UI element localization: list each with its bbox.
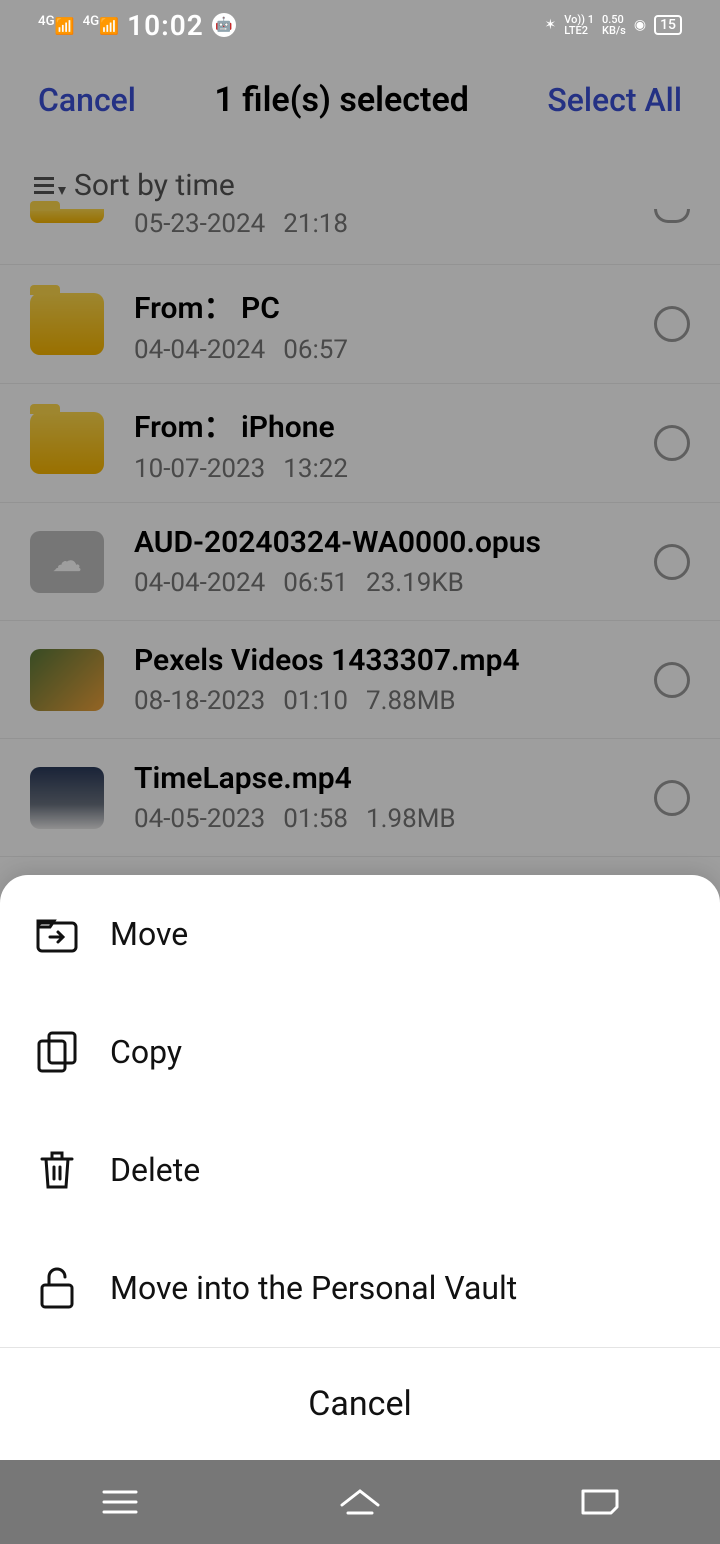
move-button[interactable]: Move <box>0 875 720 993</box>
status-right: ✶ Vo)) 1 LTE2 0.50 KB/s ◉ 15 <box>544 14 682 36</box>
copy-icon <box>36 1031 78 1073</box>
status-time: 10:02 <box>127 9 204 42</box>
action-sheet: Move Copy Delete Move into the Personal … <box>0 875 720 1460</box>
copy-button[interactable]: Copy <box>0 993 720 1111</box>
back-button[interactable] <box>570 1482 630 1522</box>
signal-1: 4G📶 <box>38 14 75 35</box>
recents-button[interactable] <box>90 1482 150 1522</box>
system-nav-bar <box>0 1460 720 1544</box>
speed-label: 0.50 KB/s <box>602 14 626 36</box>
wifi-icon: ◉ <box>634 17 646 33</box>
delete-button[interactable]: Delete <box>0 1111 720 1229</box>
trash-icon <box>36 1149 78 1191</box>
copy-label: Copy <box>110 1033 182 1071</box>
bluetooth-icon: ✶ <box>544 17 556 33</box>
status-bar: 4G📶 4G📶 10:02 🤖 ✶ Vo)) 1 LTE2 0.50 KB/s … <box>0 0 720 50</box>
lock-icon <box>36 1267 78 1309</box>
move-label: Move <box>110 915 188 953</box>
vault-button[interactable]: Move into the Personal Vault <box>0 1229 720 1347</box>
home-button[interactable] <box>330 1482 390 1522</box>
vault-label: Move into the Personal Vault <box>110 1269 517 1307</box>
status-left: 4G📶 4G📶 10:02 🤖 <box>38 9 236 42</box>
delete-label: Delete <box>110 1151 200 1189</box>
battery-level: 15 <box>654 15 682 35</box>
signal-2: 4G📶 <box>83 14 120 35</box>
lte-label: Vo)) 1 LTE2 <box>564 14 594 36</box>
status-avatar-icon: 🤖 <box>212 13 236 37</box>
move-icon <box>36 913 78 955</box>
sheet-cancel-button[interactable]: Cancel <box>0 1347 720 1460</box>
